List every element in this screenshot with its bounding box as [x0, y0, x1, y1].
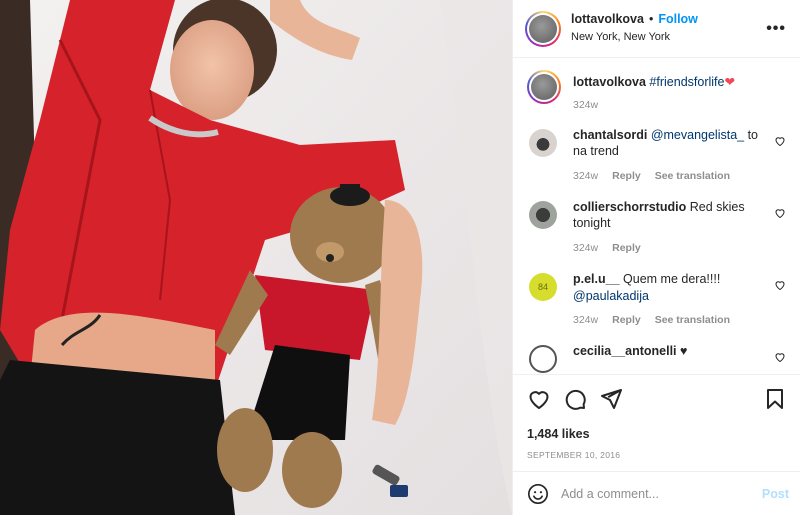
post-image	[0, 0, 512, 515]
add-comment-input[interactable]	[561, 486, 762, 501]
comment-time[interactable]: 324w	[573, 242, 598, 256]
like-heart-icon[interactable]	[527, 387, 551, 411]
caption-avatar[interactable]	[527, 70, 561, 104]
comment-username[interactable]: chantalsordi	[573, 128, 647, 142]
comment-username[interactable]: collierschorrstudio	[573, 200, 686, 214]
heart-icon[interactable]	[774, 207, 786, 219]
follow-button[interactable]: Follow	[658, 12, 698, 28]
comment-mention[interactable]: @mevangelista_	[651, 128, 744, 142]
share-icon[interactable]	[599, 387, 623, 411]
post-header: lottavolkova • Follow New York, New York…	[513, 0, 800, 58]
author-avatar[interactable]	[525, 10, 561, 47]
comment-avatar[interactable]	[529, 129, 557, 157]
comment-text: Quem me dera!!!!	[623, 272, 721, 287]
more-options-icon[interactable]: •••	[766, 20, 786, 38]
reply-button[interactable]: Reply	[612, 242, 641, 256]
see-translation-button[interactable]: See translation	[655, 170, 730, 184]
caption-hashtag[interactable]: #friendsforlife	[649, 75, 724, 89]
heart-icon[interactable]	[774, 351, 786, 363]
post-date[interactable]: SEPTEMBER 10, 2016	[527, 450, 787, 460]
comment-avatar[interactable]	[529, 345, 557, 374]
caption-username[interactable]: lottavolkova	[573, 75, 646, 89]
caption-heart-emoji: ❤	[724, 75, 735, 89]
comment-text: ♥	[676, 344, 688, 359]
likes-count[interactable]: 1,484 likes	[527, 427, 787, 441]
post-actions: 1,484 likes SEPTEMBER 10, 2016	[513, 374, 800, 460]
comment-time[interactable]: 324w	[573, 314, 598, 328]
comment-avatar[interactable]: 84	[529, 273, 557, 302]
caption-time[interactable]: 324w	[573, 99, 598, 111]
post-location[interactable]: New York, New York	[571, 31, 698, 45]
post-sidebar: lottavolkova • Follow New York, New York…	[512, 0, 800, 515]
comments-list[interactable]: lottavolkova #friendsforlife❤ 324w chant…	[513, 58, 800, 374]
comment-item: 84 p.el.u__ Quem me dera!!!! @paulakadij…	[527, 271, 786, 327]
post-photo[interactable]	[0, 0, 512, 515]
add-comment-bar: Post	[513, 471, 800, 515]
reply-button[interactable]: Reply	[612, 314, 641, 328]
comment-item: collierschorrstudio Red skies tonight 32…	[527, 199, 786, 255]
separator-dot: •	[648, 12, 654, 27]
comment-item: cecilia__antonelli ♥	[527, 343, 786, 374]
see-translation-button[interactable]: See translation	[655, 314, 730, 328]
post-caption: lottavolkova #friendsforlife❤ 324w	[527, 70, 786, 111]
comment-time[interactable]: 324w	[573, 170, 598, 184]
emoji-icon[interactable]	[527, 483, 549, 505]
comment-avatar[interactable]	[529, 201, 557, 230]
comment-username[interactable]: cecilia__antonelli	[573, 344, 677, 358]
comment-username[interactable]: p.el.u__	[573, 272, 620, 286]
comment-mention[interactable]: @paulakadija	[573, 289, 649, 303]
heart-icon[interactable]	[774, 279, 786, 291]
comment-item: chantalsordi @mevangelista_ to na trend …	[527, 127, 786, 183]
post-comment-button[interactable]: Post	[762, 487, 789, 501]
reply-button[interactable]: Reply	[612, 170, 641, 184]
bookmark-icon[interactable]	[763, 387, 787, 411]
comment-icon[interactable]	[563, 387, 587, 411]
heart-icon[interactable]	[774, 135, 786, 147]
author-username[interactable]: lottavolkova	[571, 12, 644, 28]
